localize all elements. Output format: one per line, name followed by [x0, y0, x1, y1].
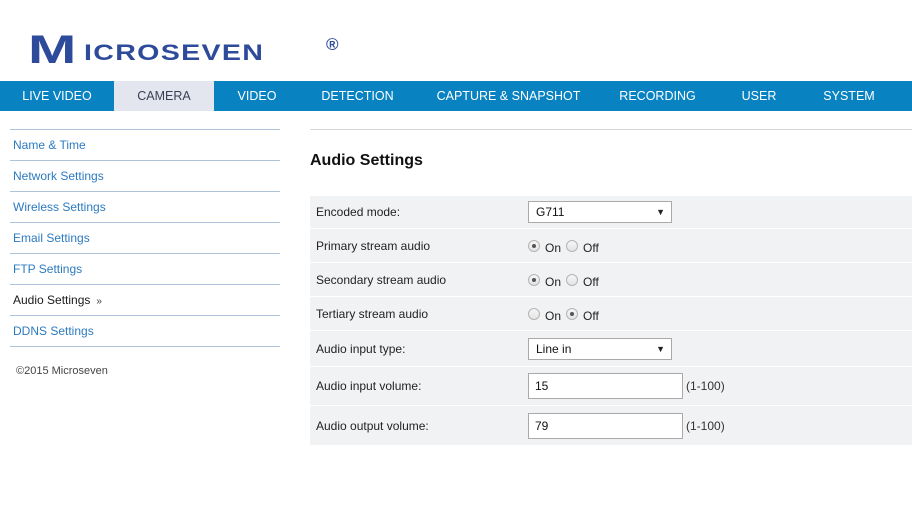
sidebar-item-label: Name & Time	[13, 138, 86, 152]
output-volume-row: Audio output volume: 79 (1-100)	[310, 406, 912, 445]
on-label: On	[545, 274, 562, 289]
sidebar-item-name-time[interactable]: Name & Time	[10, 130, 280, 161]
tertiary-stream-off-radio[interactable]	[566, 307, 579, 320]
sidebar-item-ddns-settings[interactable]: DDNS Settings	[10, 316, 280, 347]
tertiary-stream-label: Tertiary stream audio	[316, 306, 429, 321]
tertiary-stream-on-radio[interactable]	[528, 307, 540, 320]
sidebar-item-label: Network Settings	[13, 169, 104, 183]
nav-tab-recording[interactable]: RECORDING	[602, 81, 713, 111]
sidebar-item-audio-settings[interactable]: Audio Settings »	[10, 285, 280, 316]
secondary-stream-row: Secondary stream audio On Off	[310, 263, 912, 297]
encoded-mode-row: Encoded mode: G711 ▼	[310, 196, 912, 229]
output-volume-label: Audio output volume:	[316, 418, 429, 433]
chevron-down-icon: ▼	[656, 343, 665, 354]
encoded-mode-label: Encoded mode:	[316, 205, 401, 219]
logo-wordmark: ICROSEVEN	[84, 40, 265, 65]
nav-tab-capture-snapshot[interactable]: CAPTURE & SNAPSHOT	[415, 81, 602, 111]
sidebar-item-ftp-settings[interactable]: FTP Settings	[10, 254, 280, 285]
nav-tab-live-video[interactable]: LIVE VIDEO	[0, 81, 114, 111]
input-volume-field[interactable]: 15	[528, 373, 683, 399]
nav-tab-video[interactable]: VIDEO	[214, 81, 300, 111]
sidebar-item-network-settings[interactable]: Network Settings	[10, 161, 280, 192]
input-type-select[interactable]: Line in ▼	[528, 337, 672, 360]
divider	[310, 129, 912, 130]
on-label: On	[545, 308, 562, 323]
input-type-label: Audio input type:	[316, 341, 406, 356]
on-label: On	[545, 240, 562, 255]
nav-tab-user[interactable]: USER	[713, 81, 805, 111]
input-volume-row: Audio input volume: 15 (1-100)	[310, 367, 912, 406]
page-title: Audio Settings	[310, 152, 423, 169]
nav-tab-camera[interactable]: CAMERA	[114, 81, 214, 111]
secondary-stream-on-radio[interactable]	[528, 273, 540, 286]
main-nav: LIVE VIDEO CAMERA VIDEO DETECTION CAPTUR…	[0, 81, 912, 111]
encoded-mode-select[interactable]: G711 ▼	[528, 201, 672, 223]
primary-stream-on-radio[interactable]	[528, 239, 540, 252]
secondary-stream-label: Secondary stream audio	[316, 272, 447, 287]
sidebar-item-label: Audio Settings	[13, 293, 91, 307]
sidebar-item-label: Wireless Settings	[13, 200, 106, 214]
output-volume-field[interactable]: 79	[528, 412, 683, 439]
nav-tab-detection[interactable]: DETECTION	[300, 81, 415, 111]
input-volume-range: (1-100)	[686, 379, 725, 393]
microseven-logo: M ICROSEVEN ®	[28, 30, 339, 70]
input-type-row: Audio input type: Line in ▼	[310, 331, 912, 367]
nav-tab-system[interactable]: SYSTEM	[805, 81, 893, 111]
primary-stream-off-radio[interactable]	[566, 239, 579, 252]
input-volume-label: Audio input volume:	[316, 379, 422, 393]
active-indicator-icon: »	[96, 296, 102, 307]
primary-stream-label: Primary stream audio	[316, 238, 431, 253]
chevron-down-icon: ▼	[656, 207, 665, 217]
primary-stream-row: Primary stream audio On Off	[310, 229, 912, 263]
tertiary-stream-row: Tertiary stream audio On Off	[310, 297, 912, 331]
sidebar-item-label: Email Settings	[13, 231, 90, 245]
encoded-mode-value: G711	[536, 205, 565, 219]
off-label: Off	[583, 308, 599, 323]
output-volume-range: (1-100)	[686, 418, 725, 433]
sidebar-item-wireless-settings[interactable]: Wireless Settings	[10, 192, 280, 223]
audio-settings-form: Encoded mode: G711 ▼ Primary stream audi…	[310, 196, 912, 445]
sidebar-item-label: DDNS Settings	[13, 324, 94, 338]
registered-mark: ®	[326, 35, 339, 54]
secondary-stream-off-radio[interactable]	[566, 273, 579, 286]
off-label: Off	[583, 274, 599, 289]
off-label: Off	[583, 240, 599, 255]
camera-sidebar: Name & Time Network Settings Wireless Se…	[10, 129, 280, 347]
copyright-text: ©2015 Microseven	[16, 365, 108, 377]
sidebar-item-email-settings[interactable]: Email Settings	[10, 223, 280, 254]
sidebar-item-label: FTP Settings	[13, 262, 83, 276]
input-type-value: Line in	[536, 341, 572, 356]
audio-settings-panel: Audio Settings Encoded mode: G711 ▼ Prim…	[310, 129, 912, 445]
